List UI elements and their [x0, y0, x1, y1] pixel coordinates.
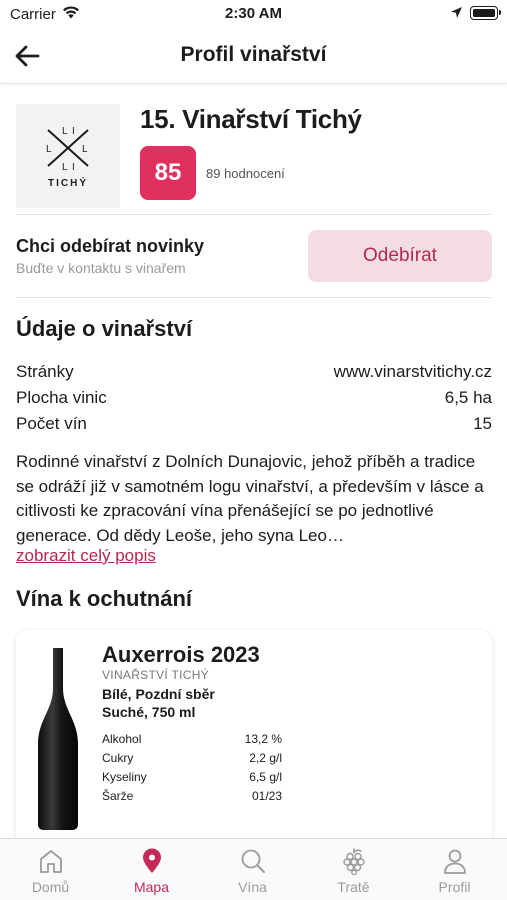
location-arrow-icon: [451, 7, 462, 18]
svg-text:L: L: [62, 126, 68, 137]
info-label: Plocha vinic: [16, 388, 107, 407]
search-icon: [241, 849, 265, 873]
winery-logo-mark: L I L L L I: [46, 126, 89, 172]
rating-count[interactable]: 89 hodnocení: [206, 166, 285, 181]
grapes-icon: [343, 848, 365, 875]
wine-bottle-image: [38, 648, 78, 830]
wine-type: Bílé, Pozdní sběr: [102, 686, 215, 702]
show-full-description-link[interactable]: zobrazit celý popis: [16, 546, 156, 566]
tab-bar: Domů Mapa Vína Tratě Profil: [0, 838, 507, 900]
spec-value: 01/23: [251, 789, 282, 803]
info-value: 15: [473, 414, 492, 433]
battery-icon: [470, 6, 501, 20]
winery-logo: L I L L L I TICHÝ: [16, 104, 120, 208]
tab-map[interactable]: Mapa: [101, 839, 202, 900]
spec-label: Šarže: [102, 789, 134, 803]
page-title: Profil vinařství: [180, 43, 327, 66]
score-badge: 85: [140, 146, 196, 200]
svg-text:L: L: [62, 162, 68, 172]
subscribe-subtitle: Buďte v kontaktu s vinařem: [16, 260, 186, 276]
nav-bar: Profil vinařství: [0, 28, 507, 84]
wines-section-title: Vína k ochutnání: [16, 586, 193, 611]
winery-name: 15. Vinařství Tichý: [140, 104, 362, 134]
spec-value: 13,2 %: [244, 732, 282, 746]
spec-label: Cukry: [102, 751, 134, 765]
map-pin-icon: [143, 848, 161, 873]
spec-label: Alkohol: [102, 732, 142, 746]
status-time: 2:30 AM: [225, 5, 282, 22]
tab-label: Mapa: [133, 879, 170, 895]
wine-producer: VINAŘSTVÍ TICHÝ: [102, 668, 209, 682]
tab-label: Domů: [31, 879, 70, 895]
winery-description: Rodinné vinařství z Dolních Dunajovic, j…: [16, 452, 484, 545]
tab-trails[interactable]: Tratě: [303, 839, 404, 900]
info-label: Stránky: [16, 362, 74, 381]
info-value: 6,5 ha: [444, 388, 492, 407]
wine-name: Auxerrois 2023: [102, 642, 260, 667]
wine-sweetness: Suché, 750 ml: [102, 704, 196, 720]
svg-text:I: I: [72, 162, 75, 172]
subscribe-button[interactable]: Odebírat: [308, 230, 492, 282]
svg-text:L: L: [46, 144, 52, 155]
tab-wines[interactable]: Vína: [202, 839, 303, 900]
tab-label: Vína: [238, 879, 267, 895]
website-link[interactable]: www.vinarstvitichy.cz: [334, 362, 492, 382]
svg-text:L: L: [82, 144, 88, 155]
tab-label: Profil: [438, 879, 471, 895]
status-bar: Carrier 2:30 AM: [0, 0, 507, 28]
svg-text:I: I: [72, 126, 75, 137]
divider: [16, 214, 492, 215]
winery-logo-text: TICHÝ: [48, 178, 88, 189]
home-icon: [40, 850, 62, 873]
spec-value: 6,5 g/l: [249, 770, 282, 784]
spec-value: 2,2 g/l: [249, 751, 282, 765]
spec-label: Kyseliny: [102, 770, 147, 784]
tab-home[interactable]: Domů: [0, 839, 101, 900]
tab-label: Tratě: [337, 879, 370, 895]
divider: [16, 297, 492, 298]
info-section-title: Údaje o vinařství: [16, 316, 193, 341]
tab-profile[interactable]: Profil: [404, 839, 505, 900]
profile-icon: [444, 849, 466, 874]
subscribe-title: Chci odebírat novinky: [16, 236, 205, 256]
info-label: Počet vín: [16, 414, 87, 433]
